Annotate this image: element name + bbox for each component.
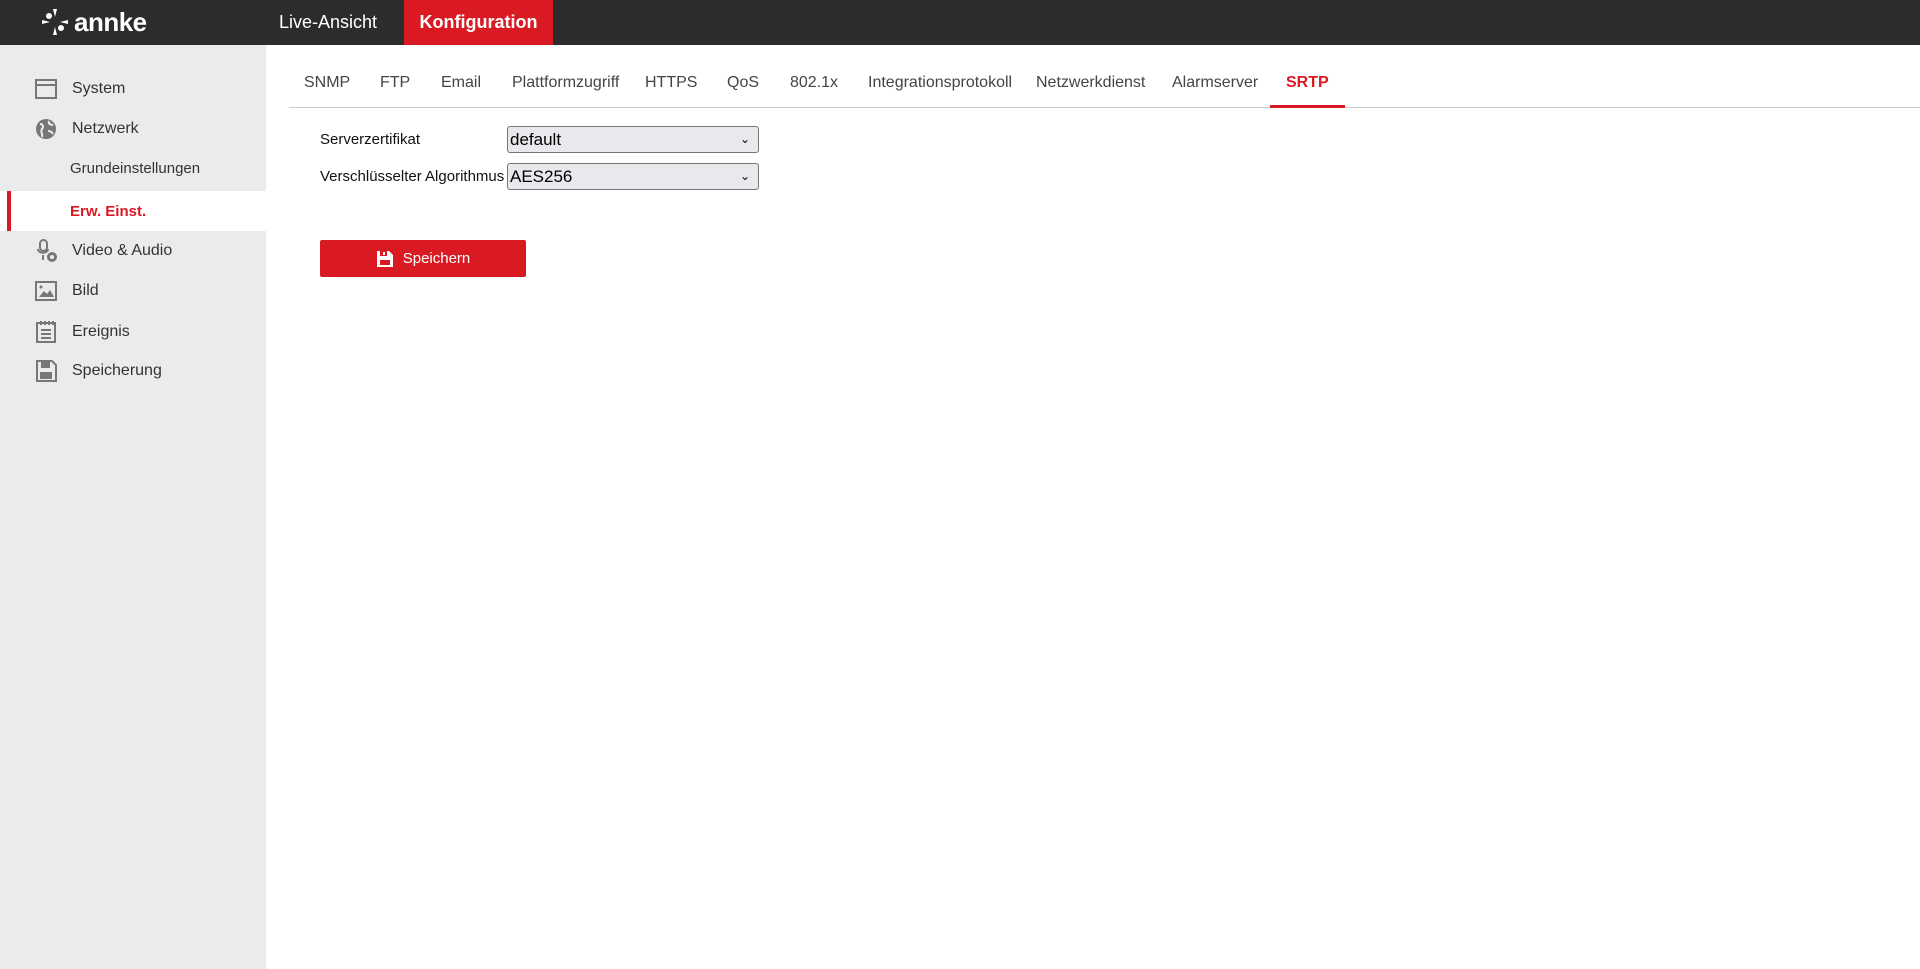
microphone-camera-icon (37, 239, 57, 262)
annke-logo-icon (42, 9, 68, 35)
sidebar-item-event[interactable]: Ereignis (0, 313, 266, 351)
sidebar-item-label: Ereignis (72, 323, 130, 340)
globe-icon (36, 119, 56, 139)
sidebar-item-label: Video & Audio (72, 242, 173, 259)
sidebar-item-network[interactable]: Netzwerk (0, 110, 266, 148)
tab-platform-access[interactable]: Plattformzugriff (512, 62, 619, 108)
tab-srtp[interactable]: SRTP (1270, 62, 1345, 108)
sidebar: System Netzwerk Grundeinstellungen Erw. … (0, 45, 266, 969)
server-certificate-value: default (510, 130, 562, 149)
server-certificate-select[interactable]: default ⌄ (507, 126, 759, 153)
algorithm-value: AES256 (510, 167, 573, 186)
sidebar-item-system[interactable]: System (0, 70, 266, 108)
tab-8021x[interactable]: 802.1x (790, 62, 838, 108)
server-certificate-label: Serverzertifikat (320, 131, 421, 148)
tab-https[interactable]: HTTPS (645, 62, 697, 108)
algorithm-select[interactable]: AES256 ⌄ (507, 163, 759, 190)
tab-snmp[interactable]: SNMP (304, 62, 350, 108)
tab-qos[interactable]: QoS (727, 62, 759, 108)
tab-ftp[interactable]: FTP (380, 62, 410, 108)
image-icon (35, 281, 57, 301)
save-label: Speichern (402, 250, 471, 267)
sidebar-item-label: Speicherung (72, 362, 162, 379)
sidebar-item-label: Grundeinstellungen (70, 159, 201, 177)
calendar-list-icon (36, 321, 56, 343)
sidebar-item-advanced-settings[interactable]: Erw. Einst. (0, 191, 266, 231)
annke-logo: annke (40, 6, 147, 38)
tab-integration-protocol[interactable]: Integrationsprotokoll (868, 62, 1012, 108)
tab-network-service[interactable]: Netzwerkdienst (1036, 62, 1145, 108)
logo-text: annke (74, 6, 147, 37)
tab-email[interactable]: Email (441, 62, 481, 108)
top-header: annke Live-Ansicht Konfiguration (0, 0, 1920, 45)
chevron-down-icon: ⌄ (739, 132, 750, 146)
sidebar-item-image[interactable]: Bild (0, 272, 266, 310)
sidebar-item-basic-settings[interactable]: Grundeinstellungen (0, 149, 266, 187)
nav-configuration[interactable]: Konfiguration (404, 0, 553, 45)
save-icon (376, 250, 393, 267)
floppy-icon (36, 360, 57, 382)
sidebar-item-video-audio[interactable]: Video & Audio (0, 232, 266, 270)
chevron-down-icon: ⌄ (739, 169, 750, 183)
algorithm-label: Verschlüsselter Algorithmus (320, 168, 505, 185)
sidebar-item-storage[interactable]: Speicherung (0, 352, 266, 390)
save-button[interactable]: Speichern (320, 240, 526, 277)
tab-bar: SNMP FTP Email Plattformzugriff HTTPS Qo… (289, 62, 1920, 108)
sidebar-item-label: System (72, 80, 126, 97)
sidebar-item-label: Bild (72, 282, 99, 299)
sidebar-item-label: Netzwerk (72, 120, 139, 137)
window-icon (35, 79, 57, 99)
nav-live-view[interactable]: Live-Ansicht (261, 0, 395, 45)
tab-alarm-server[interactable]: Alarmserver (1172, 62, 1258, 108)
sidebar-item-label: Erw. Einst. (70, 202, 147, 220)
